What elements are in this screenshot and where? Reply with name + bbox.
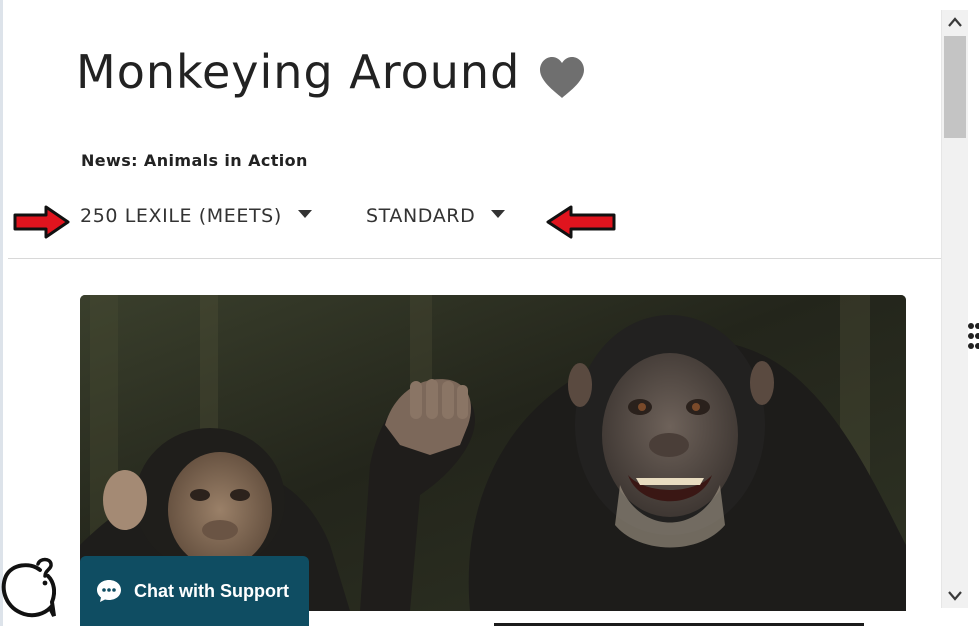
title-row: Monkeying Around (76, 44, 586, 100)
selector-row: 250 LEXILE (MEETS) STANDARD (0, 198, 940, 239)
chevron-down-icon (948, 591, 962, 601)
caret-down-icon (297, 210, 312, 218)
scrollbar-thumb[interactable] (944, 36, 966, 138)
chat-button-label: Chat with Support (134, 580, 289, 601)
collection-label[interactable]: News: Animals in Action (81, 151, 308, 170)
scroll-up-button[interactable] (942, 10, 968, 34)
page-title: Monkeying Around (76, 45, 521, 99)
vertical-scrollbar[interactable] (941, 10, 968, 608)
heart-icon[interactable] (538, 56, 586, 100)
version-dropdown[interactable]: STANDARD (366, 205, 506, 227)
version-dropdown-label: STANDARD (366, 205, 476, 227)
chevron-up-icon (948, 17, 962, 27)
chat-with-support-button[interactable]: Chat with Support (80, 556, 309, 626)
help-question-icon[interactable] (0, 556, 56, 620)
window-edge (0, 0, 3, 626)
scroll-down-button[interactable] (942, 584, 968, 608)
caret-down-icon (491, 210, 506, 218)
lexile-dropdown-label: 250 LEXILE (MEETS) (80, 205, 282, 227)
page-viewport: Monkeying Around News: Animals in Action… (0, 0, 979, 626)
lexile-dropdown[interactable]: 250 LEXILE (MEETS) (80, 205, 312, 227)
annotation-arrow-right-icon (13, 205, 70, 239)
bottom-strip (309, 620, 941, 626)
drag-handle-icon[interactable] (966, 322, 979, 350)
annotation-arrow-left-icon (546, 205, 616, 239)
chat-bubble-icon (97, 580, 121, 602)
header-divider (8, 258, 941, 259)
